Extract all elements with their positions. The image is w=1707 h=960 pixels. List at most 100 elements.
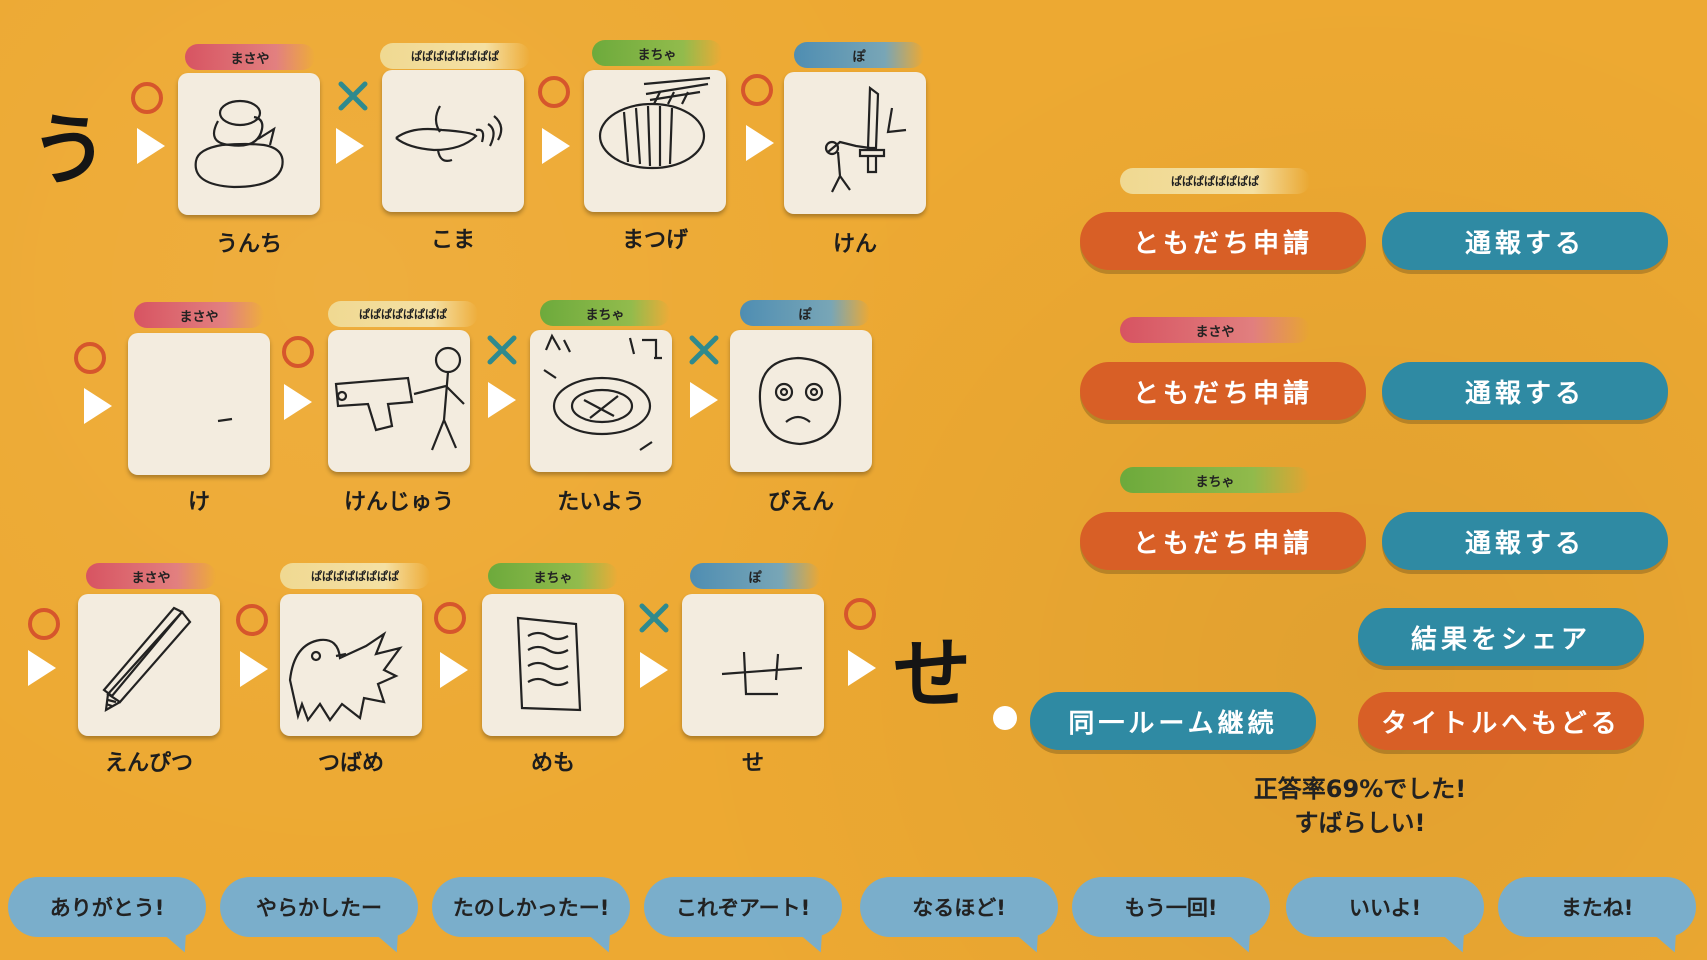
answer-word: けん	[832, 232, 877, 257]
drawing-card[interactable]	[128, 333, 270, 475]
spinning-top-drawing-icon	[395, 105, 503, 162]
drawing-card[interactable]	[328, 330, 470, 472]
correct-mark-icon	[282, 336, 314, 368]
wrong-mark-icon	[689, 335, 719, 365]
sun-drawing-icon	[543, 333, 662, 451]
play-arrow-icon	[137, 128, 165, 164]
player-tag: ぽ	[740, 300, 870, 326]
correct-mark-icon	[131, 82, 163, 114]
chat-stamp-button[interactable]: いいよ!	[1286, 877, 1484, 957]
wrong-mark-icon	[338, 81, 368, 111]
answer-word: け	[187, 490, 210, 515]
memo-drawing-icon	[516, 616, 582, 712]
play-arrow-icon	[336, 128, 364, 164]
answer-word: つばめ	[317, 751, 384, 776]
chat-stamp-button[interactable]: やらかしたー	[220, 877, 418, 957]
drawing-card[interactable]	[78, 594, 220, 736]
play-arrow-icon	[284, 384, 312, 420]
chat-stamp-button[interactable]: またね!	[1498, 877, 1696, 957]
poop-drawing-icon	[194, 99, 284, 189]
player-tag: まちゃ	[1120, 467, 1310, 493]
player-tag: ぱぱぱぱぱぱぱぱ	[280, 563, 430, 589]
play-arrow-icon	[746, 125, 774, 161]
chat-stamp-button[interactable]: もう一回!	[1072, 877, 1270, 957]
player-tag: ぱぱぱぱぱぱぱぱ	[380, 43, 530, 69]
share-result-button[interactable]: 結果をシェア	[1358, 608, 1644, 666]
player-tag: ぱぱぱぱぱぱぱぱ	[328, 301, 478, 327]
drawing-card[interactable]	[730, 330, 872, 472]
play-arrow-icon	[542, 128, 570, 164]
answer-word: まつげ	[621, 228, 688, 253]
chat-stamp-label: ありがとう!	[49, 896, 165, 920]
chat-stamp-label: たのしかったー!	[452, 896, 610, 920]
play-arrow-icon	[848, 650, 876, 686]
chat-stamp-label: もう一回!	[1124, 896, 1218, 920]
chat-stamp-label: やらかしたー	[256, 896, 382, 920]
drawing-card[interactable]	[584, 70, 726, 212]
answer-word: えんぴつ	[104, 751, 193, 776]
correct-mark-icon	[844, 598, 876, 630]
chat-stamp-button[interactable]: たのしかったー!	[432, 877, 630, 957]
drawing-card[interactable]	[482, 594, 624, 736]
wrong-mark-icon	[639, 603, 669, 633]
player-tag: ぱぱぱぱぱぱぱぱ	[1120, 168, 1310, 194]
player-tag: まさや	[1120, 317, 1310, 343]
friend-request-button[interactable]: ともだち申請	[1080, 212, 1366, 270]
friend-request-button[interactable]: ともだち申請	[1080, 362, 1366, 420]
wrong-mark-icon	[487, 335, 517, 365]
accuracy-result: 正答率69%でした! すばらしい!	[1180, 772, 1540, 840]
play-arrow-icon	[690, 382, 718, 418]
answer-word: うんち	[215, 232, 282, 257]
friend-request-button[interactable]: ともだち申請	[1080, 512, 1366, 570]
answer-word: ぴえん	[767, 490, 834, 515]
gun-drawing-icon	[334, 346, 465, 451]
sword-drawing-icon	[824, 85, 907, 193]
drawing-card[interactable]	[682, 594, 824, 736]
play-arrow-icon	[84, 388, 112, 424]
back-to-title-button[interactable]: タイトルへもどる	[1358, 692, 1644, 750]
player-tag: ぽ	[690, 563, 820, 589]
correct-mark-icon	[74, 342, 106, 374]
correct-mark-icon	[28, 608, 60, 640]
chat-stamp-button[interactable]: ありがとう!	[8, 877, 206, 957]
report-button[interactable]: 通報する	[1382, 212, 1668, 270]
report-button[interactable]: 通報する	[1382, 512, 1668, 570]
player-tag: まさや	[134, 302, 264, 328]
drawing-card[interactable]	[280, 594, 422, 736]
answer-word: めも	[530, 751, 575, 776]
se-drawing-icon	[721, 651, 803, 696]
answer-word: せ	[741, 751, 764, 776]
drawing-card[interactable]	[784, 72, 926, 214]
chat-stamp-button[interactable]: これぞアート!	[644, 877, 842, 957]
chat-stamp-label: またね!	[1560, 896, 1634, 920]
play-arrow-icon	[28, 650, 56, 686]
hair-drawing-icon	[217, 417, 233, 423]
answer-word: けんじゅう	[343, 490, 454, 515]
player-tag: ぽ	[794, 42, 924, 68]
accuracy-text: 正答率69%でした!	[1253, 775, 1467, 803]
answer-word: こま	[430, 228, 475, 253]
sad-face-drawing-icon	[758, 356, 842, 446]
play-arrow-icon	[488, 382, 516, 418]
ready-indicator-icon	[993, 706, 1017, 730]
chat-stamp-label: なるほど!	[912, 896, 1006, 920]
praise-text: すばらしい!	[1294, 809, 1426, 837]
player-tag: まさや	[185, 44, 315, 70]
report-button[interactable]: 通報する	[1382, 362, 1668, 420]
correct-mark-icon	[741, 74, 773, 106]
drawing-card[interactable]	[530, 330, 672, 472]
chat-stamp-label: これぞアート!	[675, 896, 811, 920]
swallow-drawing-icon	[288, 631, 403, 723]
play-arrow-icon	[640, 652, 668, 688]
continue-room-button[interactable]: 同一ルーム継続	[1030, 692, 1316, 750]
player-tag: まさや	[86, 563, 216, 589]
player-tag: まちゃ	[488, 563, 618, 589]
answer-word: たいよう	[557, 490, 645, 515]
drawing-card[interactable]	[178, 73, 320, 215]
end-char: せ	[893, 630, 972, 720]
drawing-card[interactable]	[382, 70, 524, 212]
chat-stamp-button[interactable]: なるほど!	[860, 877, 1058, 957]
start-char: う	[30, 106, 109, 196]
player-tag: まちゃ	[592, 40, 722, 66]
eyelash-drawing-icon	[598, 76, 711, 170]
